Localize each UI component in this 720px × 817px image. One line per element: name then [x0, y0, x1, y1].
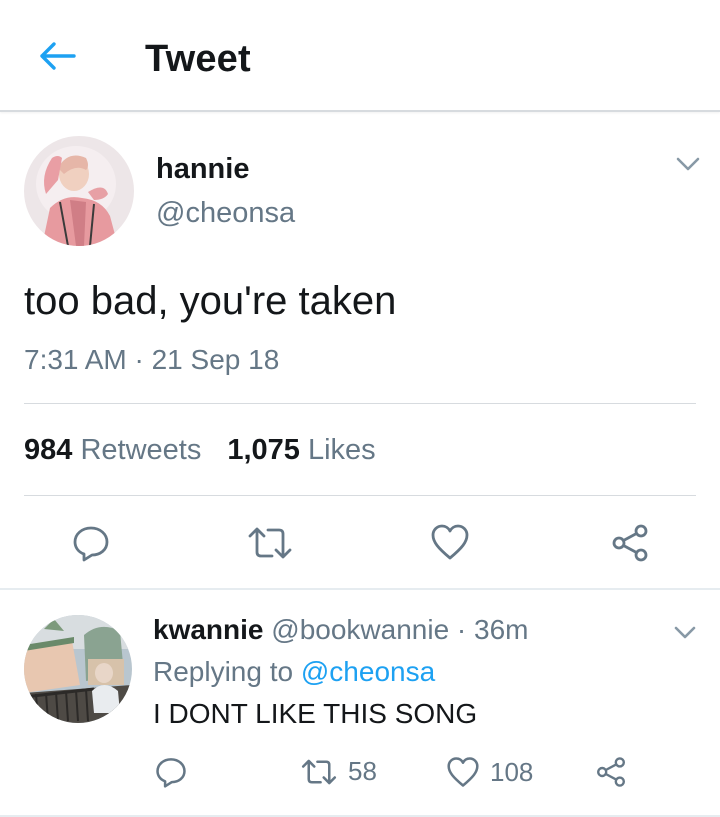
author-handle[interactable]: @cheonsa [156, 197, 295, 230]
retweet-button[interactable]: 58 [300, 756, 377, 787]
reply-button[interactable] [155, 756, 187, 788]
share-button[interactable] [610, 523, 650, 563]
divider [24, 495, 696, 496]
like-stat[interactable]: 1,075 Likes [227, 434, 375, 466]
retweet-label: Retweets [80, 434, 202, 466]
retweet-icon [301, 759, 337, 784]
share-button[interactable] [595, 756, 627, 788]
back-button[interactable] [34, 38, 78, 74]
retweet-count: 58 [348, 756, 377, 786]
like-button[interactable]: 108 [446, 756, 533, 788]
top-bar: Tweet [0, 0, 720, 112]
heart-icon [431, 524, 469, 560]
reply-icon [73, 526, 109, 562]
like-label: Likes [307, 434, 376, 466]
like-count: 1,075 [227, 434, 300, 466]
chevron-down-icon [676, 157, 700, 171]
reply-button[interactable] [72, 524, 110, 562]
replying-prefix: Replying to [153, 656, 294, 687]
chevron-down-icon [674, 626, 696, 639]
author-handle-time[interactable]: @bookwannie · 36m [271, 614, 528, 645]
share-icon [612, 524, 648, 562]
tweet-menu-button[interactable] [674, 154, 702, 174]
tweet-text: I DONT LIKE THIS SONG [153, 698, 478, 729]
arrow-left-icon [40, 42, 76, 70]
tweet-menu-button[interactable] [672, 624, 698, 642]
divider [24, 403, 696, 404]
avatar-image [24, 136, 134, 246]
avatar[interactable] [24, 615, 132, 723]
retweet-button[interactable] [246, 524, 294, 562]
reply-author-line: kwannie @bookwannie · 36m [153, 614, 529, 646]
retweet-count: 984 [24, 434, 73, 466]
retweet-icon [248, 527, 292, 559]
avatar-image [24, 615, 132, 723]
author-name[interactable]: hannie [156, 153, 249, 186]
like-count: 108 [490, 756, 534, 787]
tweet-text: too bad, you're taken [24, 279, 397, 323]
tweet-timestamp[interactable]: 7:31 AM · 21 Sep 18 [24, 344, 279, 376]
tweet-stats: 984 Retweets 1,075 Likes [24, 434, 376, 467]
page-title: Tweet [145, 38, 251, 80]
like-button[interactable] [430, 523, 470, 561]
reply-tweet[interactable]: kwannie @bookwannie · 36m Replying to @c… [0, 592, 720, 817]
heart-icon [447, 757, 479, 787]
main-tweet: hannie @cheonsa too bad, you're taken 7:… [0, 114, 720, 590]
share-icon [597, 757, 625, 787]
reply-icon [156, 758, 186, 788]
avatar[interactable] [24, 136, 134, 246]
retweet-stat[interactable]: 984 Retweets [24, 434, 201, 466]
replying-to: Replying to @cheonsa [153, 656, 435, 688]
replying-handle-link[interactable]: @cheonsa [301, 656, 435, 687]
author-name[interactable]: kwannie [153, 614, 263, 645]
